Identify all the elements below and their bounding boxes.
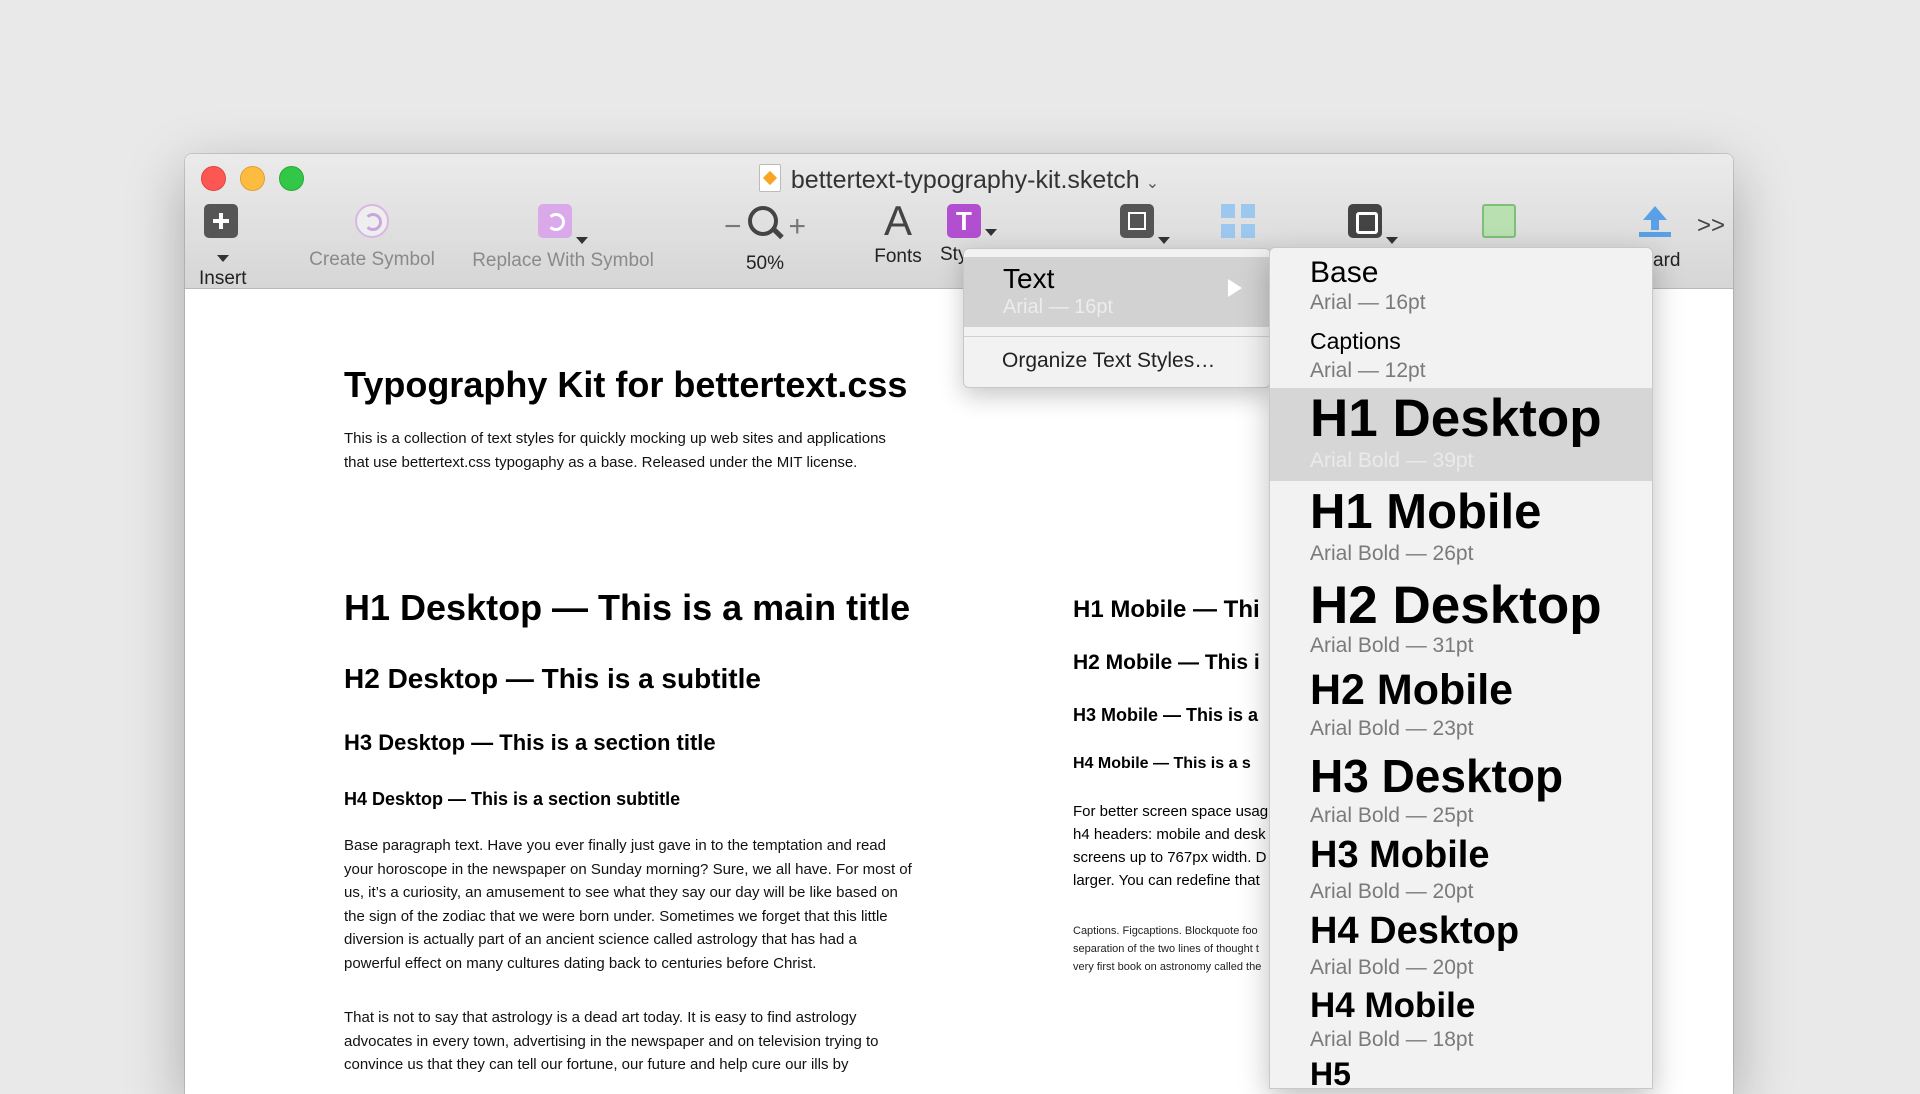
h3-mobile-sample: H3 Mobile — This is a	[1073, 705, 1259, 725]
zoom-in-button[interactable]: +	[788, 210, 806, 243]
base-paragraph-2: That is not to say that astrology is a d…	[344, 1009, 879, 1073]
menu-separator	[964, 336, 1270, 337]
forward-button[interactable]: ard	[1625, 204, 1685, 271]
mask-icon	[1348, 204, 1382, 238]
chevron-down-icon	[1386, 237, 1398, 244]
h4-desktop-sample: H4 Desktop — This is a section subtitle	[344, 789, 681, 809]
chevron-down-icon: ⌄	[1145, 175, 1160, 192]
caption-line: Captions. Figcaptions. Blockquote foo	[1073, 925, 1258, 937]
replace-symbol-icon	[538, 204, 572, 238]
window-title[interactable]: bettertext-typography-kit.sketch ⌄	[185, 162, 1733, 202]
styles-dropdown-menu: Text Arial — 16pt Organize Text Styles…	[963, 248, 1271, 388]
caption-line: separation of the two lines of thought t	[1073, 943, 1259, 955]
mobile-paragraph-line: screens up to 767px width. D	[1073, 849, 1267, 866]
sketch-document-icon	[758, 164, 781, 192]
h2-desktop-sample: H2 Desktop — This is a subtitle	[344, 663, 761, 694]
frame-tool-button[interactable]	[1115, 204, 1175, 244]
grid-view-button[interactable]	[1219, 204, 1259, 245]
zoom-control: − + 50%	[710, 204, 820, 275]
style-item-h1-desktop[interactable]: H1 Desktop Arial Bold — 39pt	[1270, 388, 1652, 481]
overflow-chevron-icon[interactable]: >>	[1697, 212, 1725, 240]
h3-desktop-sample: H3 Desktop — This is a section title	[344, 730, 716, 755]
mobile-paragraph-line: h4 headers: mobile and desk	[1073, 826, 1266, 843]
menu-item-text[interactable]: Text Arial — 16pt	[964, 257, 1270, 327]
text-styles-submenu: Base Arial — 16pt Captions Arial — 12pt …	[1269, 247, 1653, 1089]
fonts-button[interactable]: A Fonts	[868, 197, 928, 268]
doc-title: Typography Kit for bettertext.css	[344, 364, 908, 405]
magnifier-icon	[746, 204, 784, 242]
font-letter-icon: A	[883, 197, 912, 244]
insert-button[interactable]: Insert	[199, 204, 247, 290]
grid-icon	[1221, 204, 1257, 240]
base-paragraph-1: Base paragraph text. Have you ever final…	[344, 837, 912, 972]
chevron-down-icon	[217, 255, 229, 262]
mobile-paragraph-line: larger. You can redefine that	[1073, 872, 1260, 889]
upload-arrow-icon	[1637, 204, 1673, 240]
zoom-out-button[interactable]: −	[724, 210, 742, 243]
text-style-icon: T	[947, 204, 981, 238]
submenu-arrow-icon	[1228, 279, 1242, 297]
table-icon	[1482, 204, 1516, 238]
doc-intro: This is a collection of text styles for …	[344, 430, 886, 471]
menu-item-organize-text-styles[interactable]: Organize Text Styles…	[1002, 349, 1215, 373]
mask-tool-button[interactable]	[1343, 204, 1403, 244]
caption-line: very first book on astronomy called the	[1073, 961, 1262, 973]
mobile-paragraph-line: For better screen space usag	[1073, 803, 1269, 820]
symbol-icon	[355, 204, 389, 238]
table-tool-button[interactable]	[1479, 204, 1519, 243]
replace-with-symbol-button[interactable]: Replace With Symbol	[458, 204, 668, 272]
plus-icon	[204, 204, 238, 238]
chevron-down-icon	[985, 229, 997, 236]
chevron-down-icon	[1158, 237, 1170, 244]
frame-icon	[1120, 204, 1154, 238]
h1-desktop-sample: H1 Desktop — This is a main title	[344, 587, 911, 628]
h2-mobile-sample: H2 Mobile — This i	[1073, 651, 1260, 674]
chevron-down-icon	[576, 237, 588, 244]
create-symbol-button[interactable]: Create Symbol	[297, 204, 447, 271]
h4-mobile-sample: H4 Mobile — This is a s	[1073, 755, 1251, 772]
h1-mobile-sample: H1 Mobile — Thi	[1073, 596, 1260, 623]
